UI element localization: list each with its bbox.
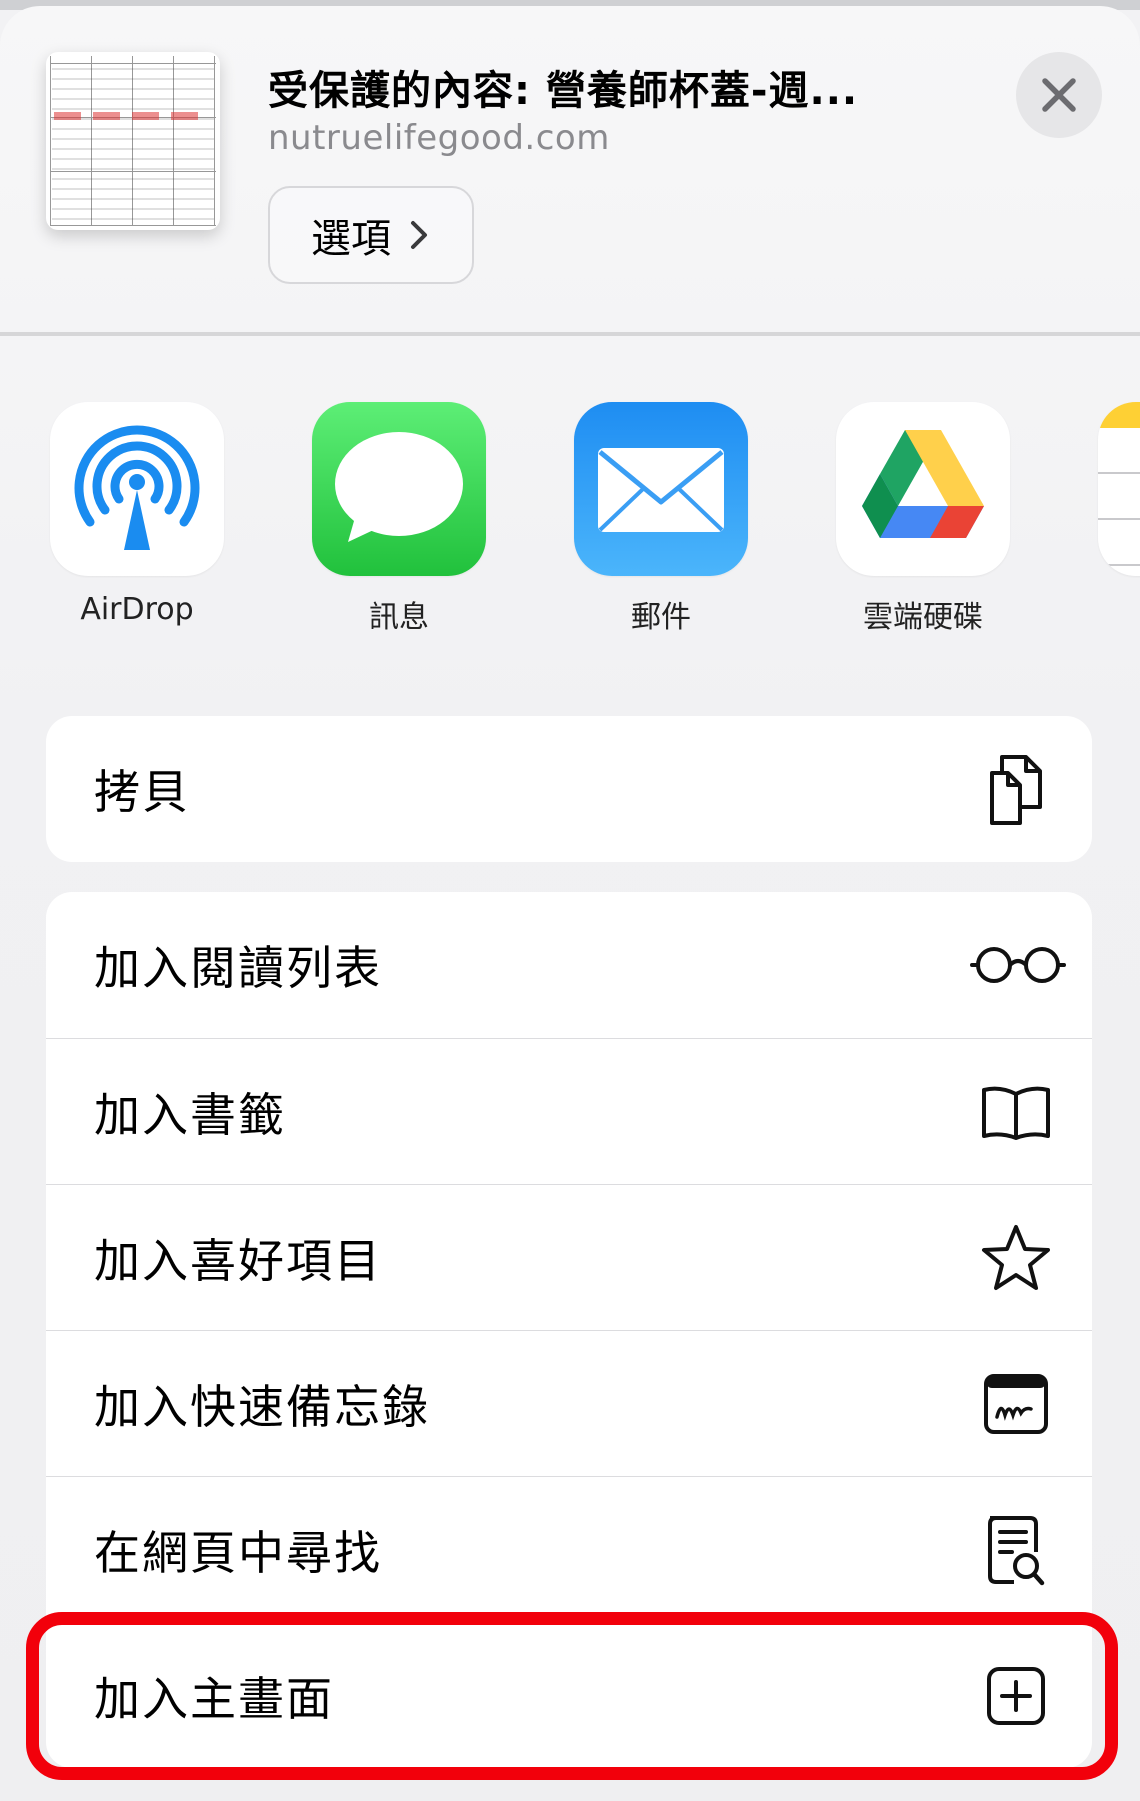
close-icon [1042, 78, 1076, 112]
messages-icon [312, 402, 486, 576]
app-label: 訊息 [369, 600, 429, 635]
quick-note-icon [980, 1368, 1052, 1440]
app-notes[interactable]: 備 [1098, 402, 1140, 636]
app-label: AirDrop [80, 592, 194, 627]
app-label: 備 [1098, 592, 1140, 636]
action-label: 加入快速備忘錄 [94, 1379, 430, 1434]
page-thumbnail [46, 52, 220, 230]
app-share-row: AirDrop 訊息 郵件 雲端硬碟 [0, 402, 1140, 642]
airdrop-icon [50, 402, 224, 576]
action-label: 拷貝 [94, 765, 190, 819]
action-add-bookmark[interactable]: 加入書籤 [46, 1038, 1092, 1184]
action-add-favorites[interactable]: 加入喜好項目 [46, 1184, 1092, 1330]
copy-icon [980, 753, 1052, 825]
action-label: 加入喜好項目 [94, 1233, 382, 1288]
star-icon [980, 1222, 1052, 1294]
app-label: 郵件 [631, 600, 691, 635]
find-in-page-icon [980, 1514, 1052, 1586]
action-add-to-home-screen[interactable]: 加入主畫面 [46, 1622, 1092, 1768]
app-messages[interactable]: 訊息 [312, 402, 486, 636]
action-add-reading-list[interactable]: 加入閱讀列表 [46, 892, 1092, 1038]
app-mail[interactable]: 郵件 [574, 402, 748, 636]
app-google-drive[interactable]: 雲端硬碟 [836, 402, 1010, 636]
copy-group: 拷貝 [46, 716, 1092, 862]
add-square-icon [980, 1660, 1052, 1732]
action-find-on-page[interactable]: 在網頁中尋找 [46, 1476, 1092, 1622]
app-label: 雲端硬碟 [863, 600, 983, 635]
action-add-quick-note[interactable]: 加入快速備忘錄 [46, 1330, 1092, 1476]
options-button[interactable]: 選項 [268, 186, 474, 284]
page-domain: nutruelifegood.com [268, 118, 610, 158]
share-sheet: 受保護的內容: 營養師杯蓋-週... nutruelifegood.com 選項 [0, 6, 1140, 1801]
glasses-icon [970, 929, 1066, 1001]
app-airdrop[interactable]: AirDrop [50, 402, 224, 627]
action-label: 在網頁中尋找 [94, 1525, 382, 1580]
header-divider [0, 332, 1140, 336]
notes-icon [1098, 402, 1140, 576]
page-title: 受保護的內容: 營養師杯蓋-週... [268, 68, 859, 114]
action-label: 加入主畫面 [94, 1671, 334, 1726]
chevron-right-icon [411, 221, 427, 249]
book-icon [980, 1076, 1052, 1148]
action-copy[interactable]: 拷貝 [46, 716, 1092, 862]
close-button[interactable] [1016, 52, 1102, 138]
mail-icon [574, 402, 748, 576]
action-label: 加入閱讀列表 [94, 941, 382, 995]
share-header: 受保護的內容: 營養師杯蓋-週... nutruelifegood.com 選項 [0, 6, 1140, 332]
actions-group: 加入閱讀列表 加入書籤 加入喜好項目 加入快速備忘錄 在網頁中尋找 加入主畫面 [46, 892, 1092, 1768]
options-label: 選項 [311, 216, 391, 262]
google-drive-icon [836, 402, 1010, 576]
action-label: 加入書籤 [94, 1087, 286, 1142]
